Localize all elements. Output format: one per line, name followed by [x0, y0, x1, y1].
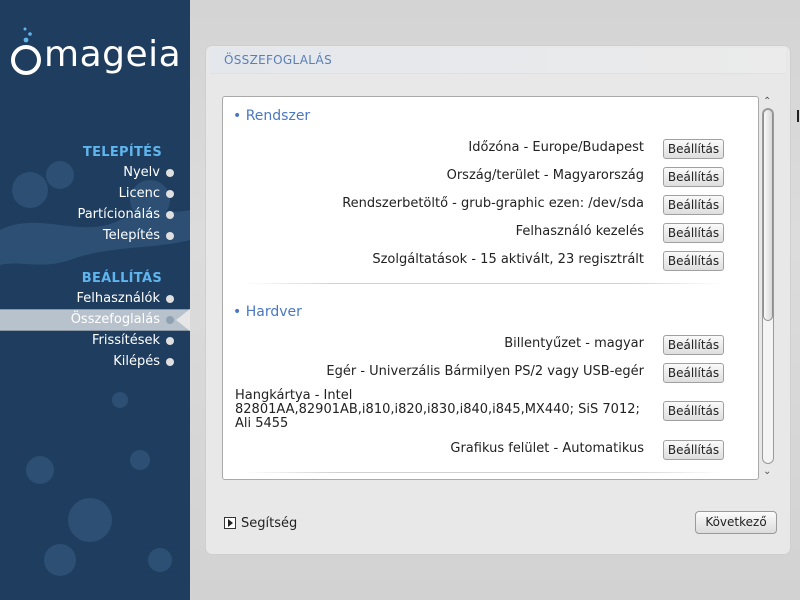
configure-timezone-button[interactable]: Beállítás	[663, 139, 724, 159]
brand-name: mageia	[44, 34, 182, 75]
summary-list: • Rendszer Időzóna - Europe/Budapest Beá…	[222, 96, 759, 480]
item-label-keyboard: Billentyűzet - magyar	[504, 336, 644, 351]
item-label-mouse: Egér - Univerzális Bármilyen PS/2 vagy U…	[326, 364, 644, 379]
section-divider	[243, 472, 723, 473]
scrollbar-track[interactable]	[762, 108, 774, 464]
configure-country-button[interactable]: Beállítás	[663, 167, 724, 187]
page-title: ÖSSZEFOGLALÁS	[224, 53, 332, 67]
step-updates: Frissítések	[92, 331, 174, 351]
configure-services-button[interactable]: Beállítás	[663, 251, 724, 271]
step-dot-icon	[166, 232, 174, 240]
configure-graphics-button[interactable]: Beállítás	[663, 440, 724, 460]
configure-bootloader-button[interactable]: Beállítás	[663, 195, 724, 215]
step-dot-icon	[166, 295, 174, 303]
configure-users-button[interactable]: Beállítás	[663, 223, 724, 243]
item-label-bootloader: Rendszerbetöltő - grub-graphic ezen: /de…	[342, 196, 644, 211]
section-title-hardware: • Hardver	[233, 304, 302, 320]
next-button[interactable]: Következő	[695, 511, 777, 534]
step-dot-icon	[166, 211, 174, 219]
step-license: Licenc	[119, 184, 174, 204]
step-users: Felhasználók	[77, 289, 174, 309]
section-divider	[243, 283, 723, 284]
config-section-title: BEÁLLÍTÁS	[81, 271, 162, 286]
step-dot-icon	[166, 316, 174, 324]
step-dot-icon	[166, 358, 174, 366]
scroll-up-icon[interactable]: ⌃	[763, 96, 771, 107]
step-language: Nyelv	[123, 163, 174, 183]
expand-arrow-icon[interactable]	[224, 517, 236, 529]
step-exit: Kilépés	[113, 352, 174, 372]
sidebar: mageia TELEPÍTÉS Nyelv Licenc Partícioná…	[0, 0, 190, 600]
step-dot-icon	[166, 190, 174, 198]
item-label-country: Ország/terület - Magyarország	[446, 168, 644, 183]
help-toggle[interactable]: Segítség	[224, 515, 297, 531]
item-label-soundcard: Hangkártya - Intel 82801AA,82901AB,i810,…	[235, 388, 640, 431]
scroll-down-icon[interactable]: ⌄	[763, 466, 771, 477]
item-label-user-management: Felhasználó kezelés	[515, 224, 644, 239]
item-label-timezone: Időzóna - Europe/Budapest	[468, 140, 644, 155]
step-dot-icon	[166, 169, 174, 177]
scrollbar-thumb[interactable]	[763, 109, 773, 321]
help-label[interactable]: Segítség	[241, 516, 297, 531]
step-installation: Telepítés	[103, 226, 174, 246]
step-partitioning: Partícionálás	[77, 205, 174, 225]
summary-scrollbar[interactable]: ⌃ ⌄	[760, 96, 776, 482]
configure-keyboard-button[interactable]: Beállítás	[663, 335, 724, 355]
configure-mouse-button[interactable]: Beállítás	[663, 363, 724, 383]
configure-soundcard-button[interactable]: Beállítás	[663, 401, 724, 421]
item-label-services: Szolgáltatások - 15 aktivált, 23 regiszt…	[372, 252, 644, 267]
step-dot-icon	[166, 337, 174, 345]
install-section-title: TELEPÍTÉS	[82, 145, 162, 160]
step-summary: Összefoglalás	[71, 310, 174, 330]
active-step-arrow-icon	[176, 309, 190, 331]
section-title-system: • Rendszer	[233, 108, 311, 124]
item-label-graphics: Grafikus felület - Automatikus	[450, 441, 644, 456]
